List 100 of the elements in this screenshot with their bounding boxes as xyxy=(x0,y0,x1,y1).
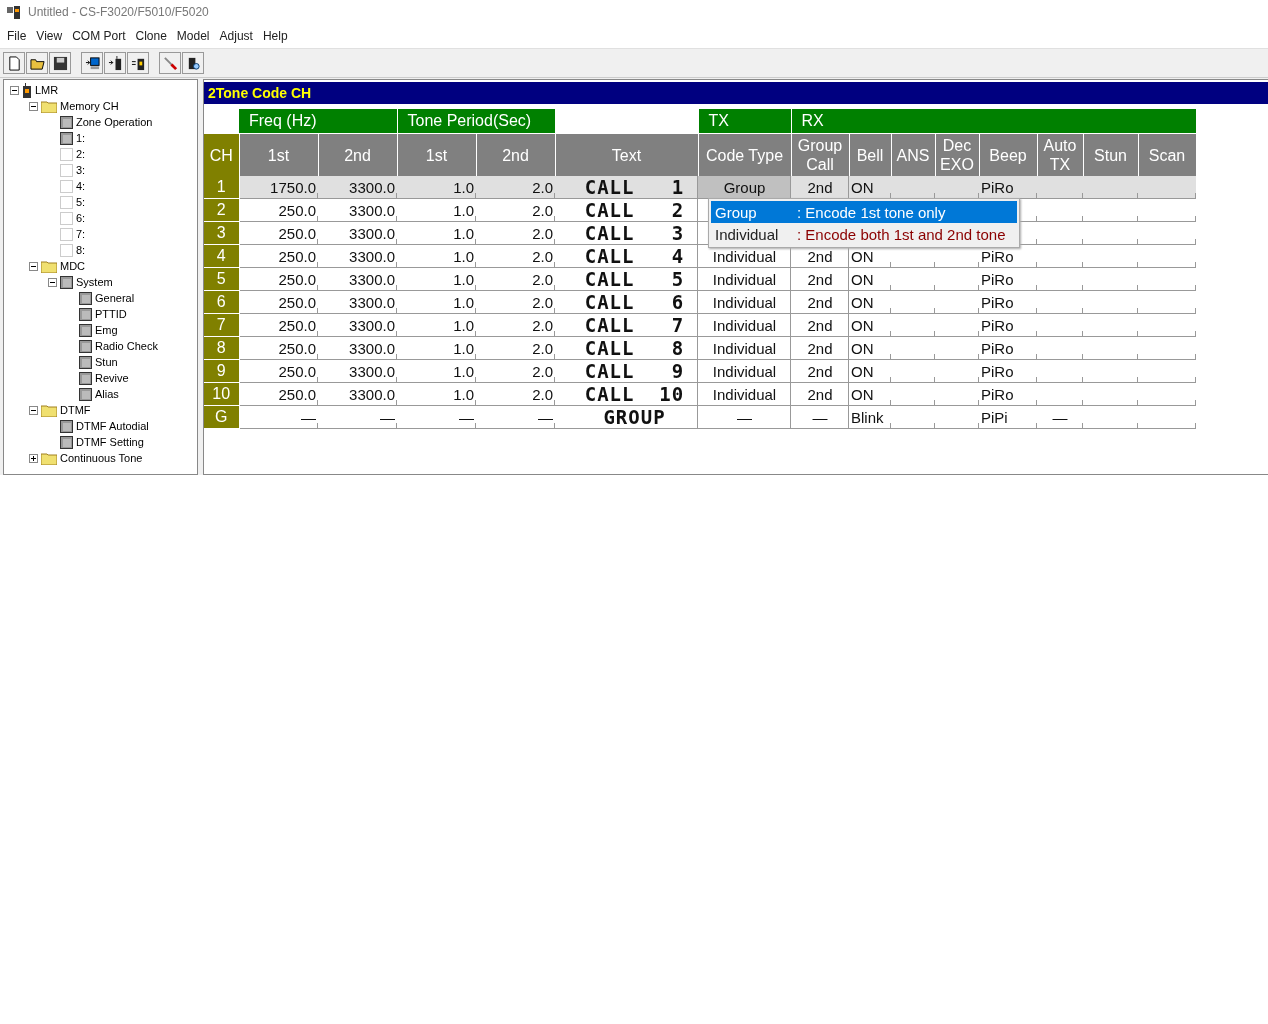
tree-item[interactable]: General xyxy=(95,292,135,304)
lcd-text-cell[interactable]: CALL 4 xyxy=(555,244,698,268)
menu-item[interactable]: Help xyxy=(257,29,293,43)
menu-item[interactable]: Adjust xyxy=(214,29,258,43)
tree-item[interactable]: 2: xyxy=(76,148,86,160)
table-cell[interactable]: — xyxy=(318,405,397,429)
table-cell[interactable]: Individual xyxy=(698,290,791,314)
table-cell[interactable]: PiRo xyxy=(979,176,1037,199)
table-cell[interactable]: 3300.0 xyxy=(318,290,397,314)
table-cell[interactable]: 2.0 xyxy=(476,313,555,337)
tree-item[interactable]: Revive xyxy=(95,372,129,384)
table-cell[interactable]: PiRo xyxy=(979,313,1037,337)
menu-item[interactable]: Model xyxy=(171,29,215,43)
table-cell[interactable]: PiRo xyxy=(979,359,1037,383)
toolbar-button[interactable] xyxy=(81,52,103,74)
table-cell[interactable]: 3300.0 xyxy=(318,221,397,245)
table-cell[interactable]: — xyxy=(397,405,476,429)
tree-item[interactable]: Alias xyxy=(95,388,119,400)
table-cell[interactable]: Individual xyxy=(698,359,791,383)
tree-item[interactable]: Stun xyxy=(95,356,118,368)
table-cell[interactable]: 2nd xyxy=(791,336,849,360)
table-cell[interactable]: 3300.0 xyxy=(318,198,397,222)
table-cell[interactable]: 3300.0 xyxy=(318,244,397,268)
tree-item[interactable]: 3: xyxy=(76,164,86,176)
table-cell[interactable]: 3300.0 xyxy=(318,336,397,360)
tree-item[interactable]: DTMF Setting xyxy=(76,436,144,448)
toolbar-button[interactable] xyxy=(26,52,48,74)
tree-item[interactable]: 6: xyxy=(76,212,86,224)
table-cell[interactable]: PiPi xyxy=(979,405,1037,429)
table-cell[interactable]: ON xyxy=(849,359,891,383)
table-cell[interactable]: PiRo xyxy=(979,382,1037,406)
table-cell[interactable]: — xyxy=(1037,405,1083,429)
table-cell[interactable]: 1750.0 xyxy=(239,176,318,199)
dropdown-option[interactable]: Group : Encode 1st tone only xyxy=(711,201,1017,223)
tree-item[interactable]: Radio Check xyxy=(95,340,158,352)
tree-item[interactable]: 1: xyxy=(76,132,86,144)
table-cell[interactable]: 2.0 xyxy=(476,198,555,222)
collapse-toggle-icon[interactable] xyxy=(29,405,38,415)
table-cell[interactable]: 2nd xyxy=(791,382,849,406)
menu-item[interactable]: File xyxy=(2,29,32,43)
row-header[interactable]: 4 xyxy=(204,244,239,268)
table-cell[interactable]: PiRo xyxy=(979,290,1037,314)
table-cell[interactable]: 3300.0 xyxy=(318,359,397,383)
lcd-text-cell[interactable]: CALL 10 xyxy=(555,382,698,406)
table-cell[interactable]: ON xyxy=(849,176,891,199)
tree-item[interactable]: Memory CH xyxy=(60,100,119,112)
collapse-toggle-icon[interactable] xyxy=(48,277,57,287)
row-header[interactable]: G xyxy=(204,405,239,429)
table-cell[interactable]: 2.0 xyxy=(476,290,555,314)
tree-item[interactable]: 8: xyxy=(76,244,86,256)
toolbar-button[interactable] xyxy=(3,52,25,74)
table-cell[interactable]: 3300.0 xyxy=(318,382,397,406)
table-cell[interactable]: — xyxy=(791,405,849,429)
table-cell[interactable]: 2nd xyxy=(791,290,849,314)
row-header[interactable]: 9 xyxy=(204,359,239,383)
table-cell[interactable]: 1.0 xyxy=(397,267,476,291)
table-cell[interactable]: 2.0 xyxy=(476,244,555,268)
table-cell[interactable]: 1.0 xyxy=(397,198,476,222)
toolbar-button[interactable] xyxy=(127,52,149,74)
tree-item[interactable]: System xyxy=(76,276,113,288)
toolbar-button[interactable] xyxy=(104,52,126,74)
lcd-text-cell[interactable]: GROUP xyxy=(555,405,698,429)
toolbar-button[interactable] xyxy=(49,52,71,74)
table-cell[interactable]: ON xyxy=(849,336,891,360)
tree-item[interactable]: 7: xyxy=(76,228,86,240)
menu-item[interactable]: Clone xyxy=(130,29,172,43)
table-cell[interactable]: ON xyxy=(849,313,891,337)
lcd-text-cell[interactable]: CALL 9 xyxy=(555,359,698,383)
table-cell[interactable]: 3300.0 xyxy=(318,313,397,337)
table-cell[interactable]: Individual xyxy=(698,267,791,291)
table-cell[interactable]: 1.0 xyxy=(397,221,476,245)
lcd-text-cell[interactable]: CALL 3 xyxy=(555,221,698,245)
collapse-toggle-icon[interactable] xyxy=(29,101,38,111)
table-cell[interactable]: 2.0 xyxy=(476,359,555,383)
table-cell[interactable]: 1.0 xyxy=(397,290,476,314)
row-header[interactable]: 8 xyxy=(204,336,239,360)
row-header[interactable]: 3 xyxy=(204,221,239,245)
table-cell[interactable]: PiRo xyxy=(979,336,1037,360)
table-cell[interactable]: ON xyxy=(849,382,891,406)
row-header[interactable]: 1 xyxy=(204,176,239,199)
table-cell[interactable]: PiRo xyxy=(979,267,1037,291)
table-cell[interactable]: Individual xyxy=(698,382,791,406)
table-cell[interactable]: 2.0 xyxy=(476,382,555,406)
table-cell[interactable]: 2.0 xyxy=(476,336,555,360)
dropdown-option[interactable]: Individual : Encode both 1st and 2nd tone xyxy=(711,223,1017,245)
row-header[interactable]: 5 xyxy=(204,267,239,291)
table-cell[interactable]: 1.0 xyxy=(397,176,476,199)
tree-item[interactable]: 4: xyxy=(76,180,86,192)
tree-item[interactable]: MDC xyxy=(60,260,86,272)
table-cell[interactable]: 3300.0 xyxy=(318,176,397,199)
tree-item[interactable]: LMR xyxy=(35,84,59,96)
table-cell[interactable]: — xyxy=(698,405,791,429)
collapse-toggle-icon[interactable] xyxy=(10,85,19,95)
lcd-text-cell[interactable]: CALL 8 xyxy=(555,336,698,360)
table-cell[interactable]: 1.0 xyxy=(397,244,476,268)
tree-item[interactable]: PTTID xyxy=(95,308,127,320)
tree-item[interactable]: DTMF Autodial xyxy=(76,420,149,432)
table-cell[interactable]: 3300.0 xyxy=(318,267,397,291)
table-cell[interactable]: 1.0 xyxy=(397,336,476,360)
table-cell[interactable]: Individual xyxy=(698,336,791,360)
